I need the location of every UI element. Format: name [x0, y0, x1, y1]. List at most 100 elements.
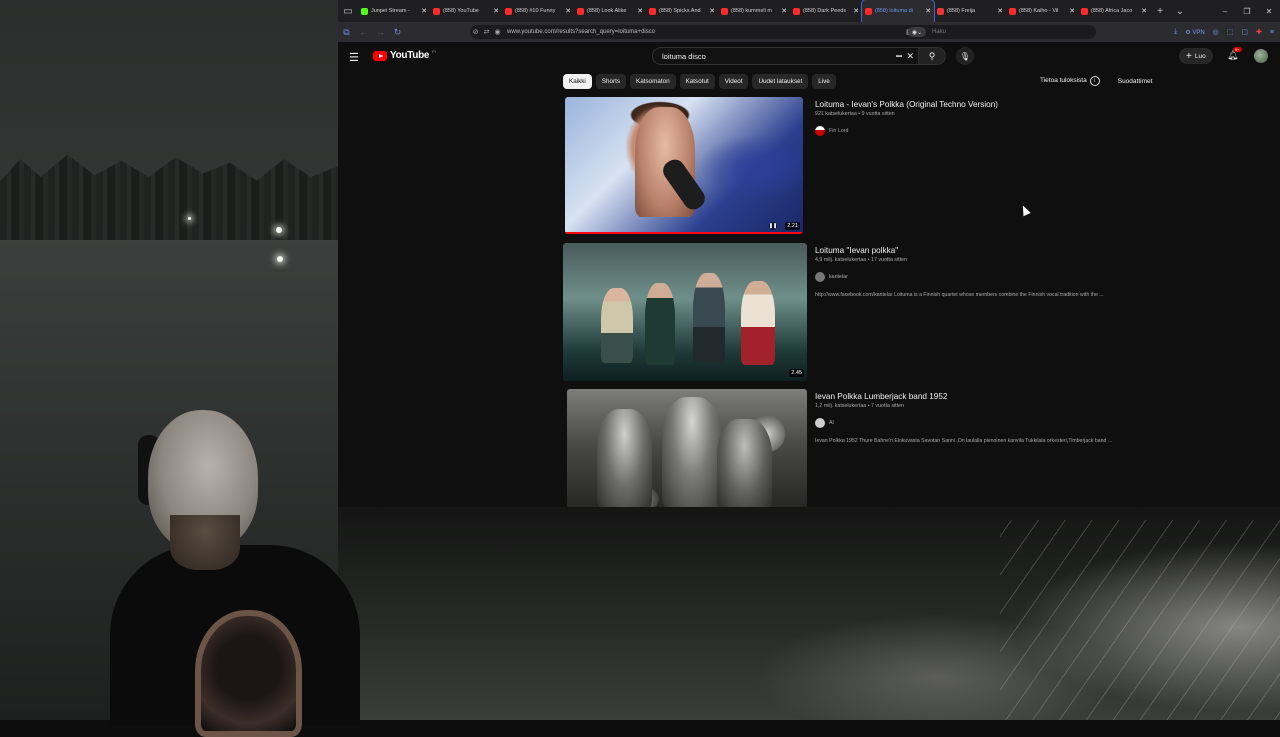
browser-tab[interactable]: (858) Spicks And ✕ — [646, 0, 718, 22]
singer-figure — [741, 281, 775, 365]
tab-close-icon[interactable]: ✕ — [1069, 7, 1075, 15]
maximize-icon[interactable]: ❐ — [1236, 0, 1258, 22]
avatar[interactable] — [1254, 49, 1268, 63]
youtube-logo[interactable]: YouTube FI — [373, 49, 436, 61]
minimize-icon[interactable]: – — [1214, 0, 1236, 22]
youtube-play-icon — [373, 50, 387, 61]
filter-chip[interactable]: Live — [812, 74, 836, 89]
globe-icon — [937, 7, 944, 15]
streamer-beard — [170, 515, 240, 570]
hamburger-menu-icon[interactable]: ☰ — [349, 51, 359, 64]
singer-figure — [693, 273, 725, 363]
tab-title: (858) Kaiho - Vil — [1019, 8, 1059, 14]
notifications-button[interactable]: 🔔︎ 9+ — [1227, 47, 1242, 61]
tab-list-icon[interactable]: ▭ — [338, 0, 358, 22]
reload-icon[interactable]: ↻ — [389, 22, 406, 42]
tab-close-icon[interactable]: ✕ — [925, 7, 931, 15]
sidebar-toggle-icon[interactable]: ⧉ — [338, 22, 355, 42]
microphone-icon: 🎙︎ — [959, 51, 971, 61]
tab-close-icon[interactable]: ✕ — [709, 7, 715, 15]
webcam-streamer — [100, 405, 370, 737]
browser-tab[interactable]: (858) Africa Jaco ✕ — [1078, 0, 1150, 22]
tab-close-icon[interactable]: ✕ — [565, 7, 571, 15]
filter-chip[interactable]: Katsomaton — [630, 74, 676, 89]
browser-tab[interactable]: (858) loituma di ✕ — [861, 0, 935, 23]
voice-search-button[interactable]: 🎙︎ — [956, 47, 974, 65]
browser-tab[interactable]: (858) kummeli m ✕ — [718, 0, 790, 22]
youtube-icon — [1081, 7, 1088, 15]
search-input[interactable]: loituma disco ▬ ✕ — [652, 47, 919, 65]
tab-title: (858) Spicks And — [659, 8, 701, 14]
shield-icon[interactable]: ✚ — [1256, 28, 1262, 36]
browser-tab[interactable]: Junpei Stream - ✕ — [358, 0, 430, 22]
browser-tab[interactable]: (858) #10 Funny ✕ — [502, 0, 574, 22]
browser-tab[interactable]: (858) Dark Peeds ✕ — [790, 0, 862, 22]
tab-close-icon[interactable]: ✕ — [781, 7, 787, 15]
channel-link[interactable]: kantelar — [815, 272, 1255, 282]
tab-close-icon[interactable]: ✕ — [997, 7, 1003, 15]
video-title[interactable]: Ievan Polkka Lumberjack band 1952 — [815, 391, 1255, 402]
wallet-icon[interactable]: ◎ — [1213, 28, 1219, 36]
kick-icon — [361, 7, 368, 15]
duration-badge: 2.45 — [789, 369, 804, 377]
eye-icon[interactable]: ◉ — [492, 28, 503, 36]
channel-avatar — [815, 126, 825, 136]
tab-title: (858) Dark Peeds — [803, 8, 847, 14]
pause-icon[interactable]: ❚❚ — [769, 222, 777, 230]
clear-search-icon[interactable]: ✕ — [906, 51, 914, 62]
filter-chip[interactable]: Shorts — [595, 74, 626, 89]
menu-icon[interactable]: ≡ — [1270, 29, 1274, 36]
url-field[interactable]: ⊘ ⇄ ◉ www.youtube.com/results?search_que… — [470, 25, 1096, 39]
vpn-label: VPN — [1192, 29, 1205, 36]
tab-close-icon[interactable]: ✕ — [493, 7, 499, 15]
plus-icon: + — [1186, 50, 1192, 62]
site-settings-icon[interactable]: ⇄ — [481, 28, 492, 36]
tab-close-icon[interactable]: ✕ — [1141, 7, 1147, 15]
share-icon[interactable]: ⬚ — [1227, 28, 1234, 36]
filter-chip[interactable]: Katsotut — [679, 74, 715, 89]
about-results-link[interactable]: Tietoa tuloksista i — [1040, 76, 1100, 86]
video-stats: 1,2 milj. katselukertaa • 7 vuotta sitte… — [815, 403, 905, 409]
back-icon[interactable]: ← — [355, 22, 372, 42]
tab-title: (858) Africa Jaco — [1091, 8, 1133, 14]
create-button[interactable]: + Luo — [1179, 48, 1213, 64]
video-thumbnail[interactable] — [567, 389, 807, 507]
search-query: loituma disco — [662, 51, 706, 61]
search-button[interactable]: ⚲ — [919, 47, 946, 65]
filter-chip[interactable]: Videot — [718, 74, 749, 89]
channel-link[interactable]: Fin Lord — [815, 126, 1255, 136]
filter-chips: Kaikki Shorts Katsomaton Katsotut Videot Uude… — [563, 74, 836, 89]
filter-chip[interactable]: Uudet lataukset — [752, 74, 809, 89]
browser-tab[interactable]: (858) YouTube ✕ — [430, 0, 502, 22]
tab-title: Junpei Stream - — [371, 8, 410, 14]
keyboard-icon[interactable]: ▬ — [896, 53, 902, 59]
channel-link[interactable]: Al — [815, 418, 1255, 428]
browser-tab[interactable]: (858) Kaiho - Vil ✕ — [1006, 0, 1078, 22]
video-thumbnail[interactable]: ❚❚ 2.21 — [565, 97, 803, 234]
video-title[interactable]: Loituma - Ievan's Polkka (Original Techn… — [815, 99, 1255, 110]
new-tab-icon[interactable]: + — [1150, 0, 1170, 22]
search-engine-field[interactable]: Haku — [932, 29, 946, 35]
browser-tab[interactable]: (858) Freija ✕ — [934, 0, 1006, 22]
tab-title: (858) kummeli m — [731, 8, 772, 14]
video-thumbnail[interactable]: 2.45 — [563, 243, 807, 381]
forward-icon[interactable]: → — [372, 22, 389, 42]
tab-close-icon[interactable]: ✕ — [853, 7, 859, 15]
download-icon[interactable]: ⤓ — [1174, 28, 1177, 36]
tab-title: (858) #10 Funny — [515, 8, 556, 14]
video-title[interactable]: Loituma "Ievan polkka" — [815, 245, 1255, 256]
filters-button[interactable]: Suodattimet — [1118, 78, 1153, 85]
tab-close-icon[interactable]: ✕ — [421, 7, 427, 15]
browser-tab[interactable]: (858) Look Alike ✕ — [574, 0, 646, 22]
vpn-toggle[interactable]: ⚙ VPN — [1185, 29, 1204, 36]
extensions-icon[interactable]: ▢ — [1241, 28, 1248, 36]
musician-figure — [717, 419, 772, 507]
street-light — [188, 217, 191, 220]
tab-dropdown-icon[interactable]: ⌄ — [1170, 0, 1190, 22]
security-icon[interactable]: ⊘ — [470, 28, 481, 36]
search-engine-selector[interactable]: ◉⌄ — [908, 27, 926, 37]
filter-chip[interactable]: Kaikki — [563, 74, 592, 89]
tab-close-icon[interactable]: ✕ — [637, 7, 643, 15]
video-stats: 4,9 milj. katselukertaa • 17 vuotta sitt… — [815, 257, 907, 263]
close-icon[interactable]: ✕ — [1258, 0, 1280, 22]
